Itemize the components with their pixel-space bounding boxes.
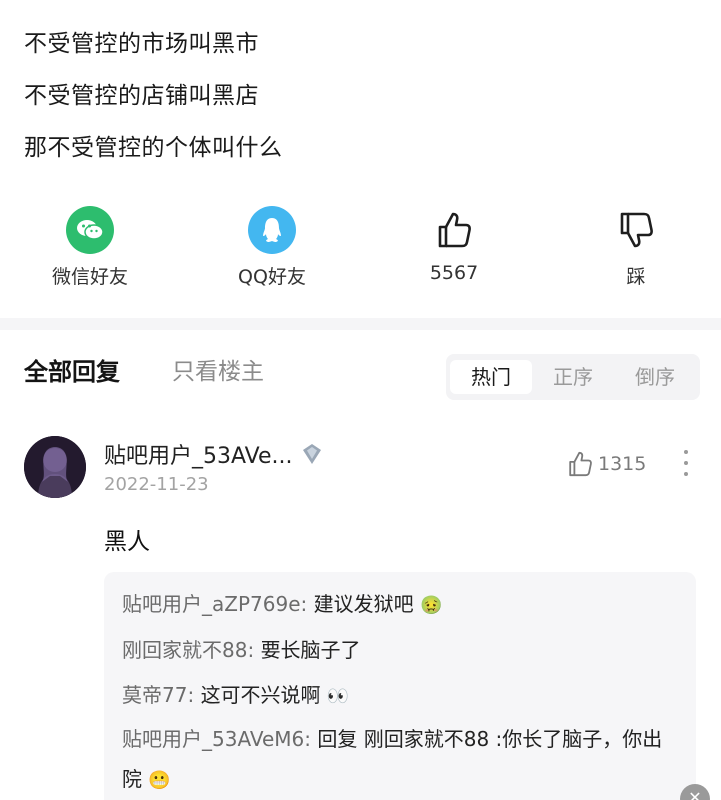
comment-text: 黑人 — [104, 529, 150, 555]
sort-descending[interactable]: 倒序 — [614, 360, 696, 394]
tab-host-only[interactable]: 只看楼主 — [172, 352, 264, 386]
comment-like-count: 1315 — [598, 453, 647, 475]
emoji-icon: 🤢 — [419, 595, 443, 616]
qq-icon — [248, 206, 296, 254]
sub-reply-user[interactable]: 贴吧用户_53AVeM6 — [122, 727, 304, 751]
sort-toggle: 热门 正序 倒序 — [446, 354, 700, 400]
thumbs-up-icon — [430, 206, 478, 254]
sub-reply-user[interactable]: 贴吧用户_aZP769e — [122, 592, 301, 616]
post-line: 不受管控的店铺叫黑店 — [24, 83, 259, 109]
section-divider — [0, 318, 721, 330]
username-row: 贴吧用户_53AVe... — [104, 438, 323, 470]
share-action-bar: 微信好友 QQ好友 5567 踩 — [0, 206, 721, 296]
verified-badge-icon — [302, 444, 321, 464]
post-content: 不受管控的市场叫黑市 不受管控的店铺叫黑店 那不受管控的个体叫什么 — [24, 18, 283, 174]
avatar[interactable] — [24, 436, 86, 498]
more-options-icon[interactable] — [676, 446, 696, 480]
sub-reply[interactable]: 刚回家就不88: 要长脑子了 — [122, 628, 678, 673]
sort-ascending[interactable]: 正序 — [532, 360, 614, 394]
eyes-emoji-icon: 👀 — [326, 686, 350, 707]
reply-header: 全部回复 只看楼主 热门 正序 倒序 — [0, 340, 721, 400]
sub-replies-panel[interactable]: 贴吧用户_aZP769e: 建议发狱吧 🤢 刚回家就不88: 要长脑子了 莫帝7… — [104, 572, 696, 800]
post-like-count: 5567 — [429, 262, 479, 284]
sub-reply[interactable]: 贴吧用户_53AVeM6: 回复 刚回家就不88 :你长了脑子，你出院 😬 — [122, 719, 678, 800]
sort-hot[interactable]: 热门 — [450, 360, 532, 394]
post-dislike-label: 踩 — [626, 266, 646, 288]
thumbs-up-icon — [569, 451, 592, 477]
comment-like-button[interactable]: 1315 — [566, 450, 646, 478]
post-line: 那不受管控的个体叫什么 — [24, 135, 283, 161]
share-wechat-button[interactable]: 微信好友 — [30, 206, 150, 289]
comment-username[interactable]: 贴吧用户_53AVe... — [104, 438, 293, 470]
sub-reply-text: 建议发狱吧 — [313, 592, 414, 616]
thumbs-down-icon — [612, 206, 660, 254]
sub-reply[interactable]: 莫帝77: 这可不兴说啊 👀 — [122, 673, 678, 719]
post-dislike-button[interactable]: 踩 — [576, 206, 696, 289]
share-wechat-label: 微信好友 — [51, 266, 128, 288]
tab-all-replies[interactable]: 全部回复 — [24, 352, 120, 387]
sub-reply-text: 这可不兴说啊 — [200, 683, 321, 707]
share-qq-button[interactable]: QQ好友 — [212, 206, 332, 289]
wechat-icon — [66, 206, 114, 254]
post-line: 不受管控的市场叫黑市 — [24, 31, 259, 57]
grimace-emoji-icon: 😬 — [148, 769, 171, 791]
post-like-button[interactable]: 5567 — [394, 206, 514, 284]
sub-reply-user[interactable]: 刚回家就不88 — [122, 638, 247, 662]
sub-reply-user[interactable]: 莫帝77 — [122, 683, 187, 707]
share-qq-label: QQ好友 — [238, 266, 306, 288]
sub-reply-text: 要长脑子了 — [260, 638, 361, 662]
comment-date: 2022-11-23 — [104, 474, 209, 495]
sub-reply[interactable]: 贴吧用户_aZP769e: 建议发狱吧 🤢 — [122, 582, 678, 628]
